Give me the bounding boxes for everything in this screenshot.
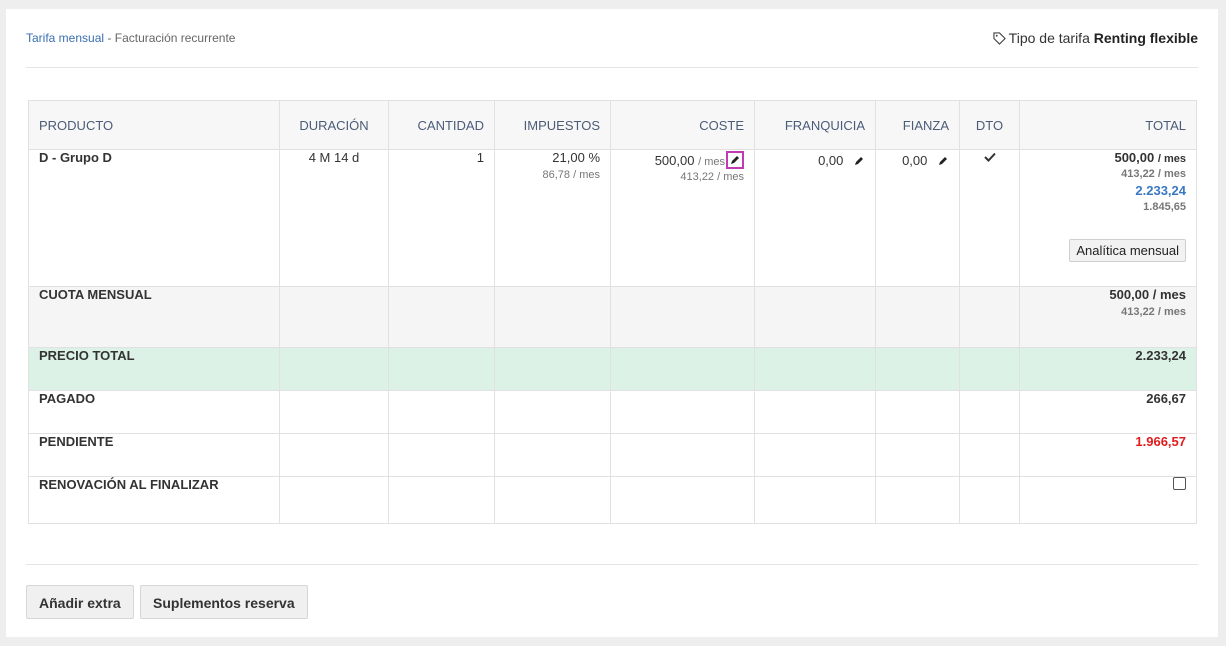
cuota-total: 500,00 / mes 413,22 / mes xyxy=(1019,286,1197,348)
check-icon[interactable] xyxy=(983,150,996,165)
add-extra-button[interactable]: Añadir extra xyxy=(26,585,134,619)
product-cost: 500,00 / mes 413,22 / mes xyxy=(610,149,755,287)
pencil-icon xyxy=(939,157,947,165)
table-row: CUOTA MENSUAL 500,00 / mes 413,22 / mes xyxy=(28,286,1197,348)
breadcrumb: Tarifa mensual - Facturación recurrente xyxy=(26,31,235,45)
tag-icon xyxy=(993,32,1006,48)
pendiente-label: PENDIENTE xyxy=(28,433,280,477)
precio-label: PRECIO TOTAL xyxy=(28,347,280,391)
renovacion-checkbox[interactable] xyxy=(1173,477,1186,490)
renovacion-cell xyxy=(1019,476,1197,524)
tariff-label: Tipo de tarifa xyxy=(1008,30,1090,46)
edit-cost-button[interactable] xyxy=(726,151,744,169)
product-tax: 21,00 % 86,78 / mes xyxy=(494,149,611,287)
table-row: PENDIENTE 1.966,57 xyxy=(28,433,1197,477)
precio-value: 2.233,24 xyxy=(1019,347,1197,391)
franchise-value: 0,00 xyxy=(818,153,844,168)
tariff-type: Tipo de tarifa Renting flexible xyxy=(993,30,1198,48)
edit-franchise-button[interactable] xyxy=(851,155,865,169)
cuota-net: 413,22 / mes xyxy=(1121,306,1186,318)
pendiente-value: 1.966,57 xyxy=(1019,433,1197,477)
col-total: TOTAL xyxy=(1019,100,1197,150)
supplements-button[interactable]: Suplementos reserva xyxy=(140,585,308,619)
footer-divider xyxy=(26,564,1198,565)
table-row: PRECIO TOTAL 2.233,24 xyxy=(28,347,1197,391)
deposit-value: 0,00 xyxy=(902,153,928,168)
col-cantidad: CANTIDAD xyxy=(388,100,495,150)
total-monthly-line: 500,00 / mes xyxy=(1114,150,1186,165)
pencil-icon xyxy=(855,157,863,165)
product-franchise: 0,00 xyxy=(754,149,876,287)
analytics-monthly-button[interactable]: Analítica mensual xyxy=(1069,239,1186,262)
table-row: D - Grupo D 4 M 14 d 1 21,00 % 86,78 / m… xyxy=(28,149,1197,287)
breadcrumb-separator: - xyxy=(107,31,112,45)
cost-unit: / mes xyxy=(698,156,725,168)
tax-amount-line: 86,78 / mes xyxy=(542,169,601,181)
pagado-value: 266,67 xyxy=(1019,390,1197,434)
product-name: D - Grupo D xyxy=(28,149,280,287)
billing-card: Tarifa mensual - Facturación recurrente … xyxy=(6,9,1218,637)
cuota-label: CUOTA MENSUAL xyxy=(28,286,280,348)
col-dto: DTO xyxy=(959,100,1020,150)
breadcrumb-current: Facturación recurrente xyxy=(114,31,236,45)
tax-rate: 21,00 % xyxy=(552,150,600,165)
cost-value: 500,00 xyxy=(654,153,695,168)
tariff-value: Renting flexible xyxy=(1093,30,1198,46)
header-bar: Tarifa mensual - Facturación recurrente … xyxy=(26,9,1198,68)
product-deposit: 0,00 xyxy=(875,149,960,287)
product-duration: 4 M 14 d xyxy=(279,149,389,287)
billing-table: PRODUCTO DURACIÓN CANTIDAD IMPUESTOS COS… xyxy=(28,100,1197,524)
total-monthly-net: 413,22 / mes xyxy=(1121,168,1186,180)
col-coste: COSTE xyxy=(610,100,755,150)
total-amount: 2.233,24 xyxy=(1135,183,1186,198)
table-header: PRODUCTO DURACIÓN CANTIDAD IMPUESTOS COS… xyxy=(28,100,1197,150)
product-total: 500,00 / mes 413,22 / mes 2.233,24 1.845… xyxy=(1019,149,1197,287)
table-row: RENOVACIÓN AL FINALIZAR xyxy=(28,476,1197,524)
edit-deposit-button[interactable] xyxy=(935,155,949,169)
pencil-icon xyxy=(731,156,739,164)
col-producto: PRODUCTO xyxy=(28,100,280,150)
cost-net: 413,22 / mes xyxy=(680,171,744,183)
col-franquicia: FRANQUICIA xyxy=(754,100,876,150)
product-quantity: 1 xyxy=(388,149,495,287)
total-amount-net: 1.845,65 xyxy=(1143,201,1186,213)
col-duracion: DURACIÓN xyxy=(279,100,389,150)
col-impuestos: IMPUESTOS xyxy=(494,100,611,150)
breadcrumb-link-tarifa[interactable]: Tarifa mensual xyxy=(26,31,104,45)
cuota-value: 500,00 / mes xyxy=(1109,287,1186,302)
pagado-label: PAGADO xyxy=(28,390,280,434)
col-fianza: FIANZA xyxy=(875,100,960,150)
renovacion-label: RENOVACIÓN AL FINALIZAR xyxy=(28,476,280,524)
table-row: PAGADO 266,67 xyxy=(28,390,1197,434)
product-discount xyxy=(959,149,1020,287)
